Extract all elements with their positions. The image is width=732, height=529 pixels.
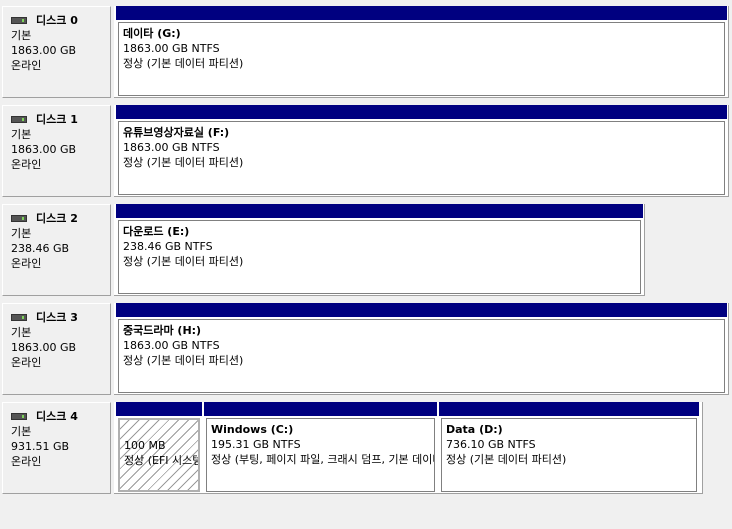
disk-status: 온라인 <box>11 356 42 369</box>
partition-size: 1863.00 GB NTFS <box>123 141 220 154</box>
partition-e[interactable]: 다운로드 (E:) 238.46 GB NTFS 정상 (기본 데이터 파티션) <box>116 204 643 296</box>
partition-label: Windows (C:) <box>211 423 294 436</box>
disk-row-4[interactable]: 디스크 4 기본 931.51 GB 온라인 100 MB 정상 (EFI 시스… <box>0 402 732 494</box>
partition-body[interactable]: 다운로드 (E:) 238.46 GB NTFS 정상 (기본 데이터 파티션) <box>118 220 641 294</box>
partition-size: 1863.00 GB NTFS <box>123 339 220 352</box>
partition-state: 정상 (부팅, 페이지 파일, 크래시 덤프, 기본 데이터 파티션) <box>211 453 434 466</box>
partition-size: 238.46 GB NTFS <box>123 240 213 253</box>
partition-label: 유튜브영상자료실 (F:) <box>123 126 230 139</box>
disk-name: 디스크 4 <box>36 410 78 423</box>
partition-body[interactable]: Data (D:) 736.10 GB NTFS 정상 (기본 데이터 파티션) <box>441 418 697 492</box>
disk-drive-icon <box>11 17 27 24</box>
disk-status: 온라인 <box>11 158 42 171</box>
partition-header-bar <box>439 402 699 416</box>
partition-f[interactable]: 유튜브영상자료실 (F:) 1863.00 GB NTFS 정상 (기본 데이터… <box>116 105 727 197</box>
disk-row-1[interactable]: 디스크 1 기본 1863.00 GB 온라인 유튜브영상자료실 (F:) 18… <box>0 105 732 197</box>
partition-c[interactable]: Windows (C:) 195.31 GB NTFS 정상 (부팅, 페이지 … <box>204 402 437 494</box>
partition-state: 정상 (기본 데이터 파티션) <box>123 57 244 70</box>
disk-name: 디스크 2 <box>36 212 78 225</box>
partition-label: 중국드라마 (H:) <box>123 324 202 337</box>
disk-status: 온라인 <box>11 455 42 468</box>
disk-type: 기본 <box>11 425 32 438</box>
partition-state: 정상 (기본 데이터 파티션) <box>123 255 244 268</box>
disk-area-1: 유튜브영상자료실 (F:) 1863.00 GB NTFS 정상 (기본 데이터… <box>114 105 729 197</box>
disk-info-2[interactable]: 디스크 2 기본 238.46 GB 온라인 <box>2 204 111 296</box>
disk-size: 238.46 GB <box>11 242 70 255</box>
disk-size: 1863.00 GB <box>11 341 77 354</box>
partition-label <box>124 423 194 438</box>
partition-label: Data (D:) <box>446 423 503 436</box>
disk-drive-icon <box>11 116 27 123</box>
disk-drive-icon <box>11 314 27 321</box>
partition-h[interactable]: 중국드라마 (H:) 1863.00 GB NTFS 정상 (기본 데이터 파티… <box>116 303 727 395</box>
partition-state: 정상 (기본 데이터 파티션) <box>446 453 567 466</box>
partition-size: 100 MB <box>124 439 166 452</box>
partition-size: 1863.00 GB NTFS <box>123 42 220 55</box>
disk-name: 디스크 3 <box>36 311 78 324</box>
disk-row-3[interactable]: 디스크 3 기본 1863.00 GB 온라인 중국드라마 (H:) 1863.… <box>0 303 732 395</box>
disk-info-3[interactable]: 디스크 3 기본 1863.00 GB 온라인 <box>2 303 111 395</box>
partition-header-bar <box>116 6 727 20</box>
partition-label: 데이타 (G:) <box>123 27 181 40</box>
partition-size: 736.10 GB NTFS <box>446 438 536 451</box>
disk-area-3: 중국드라마 (H:) 1863.00 GB NTFS 정상 (기본 데이터 파티… <box>114 303 729 395</box>
disk-area-4: 100 MB 정상 (EFI 시스템 파티션) Windows (C:) 195… <box>114 402 703 494</box>
disk-type: 기본 <box>11 227 32 240</box>
disk-info-1[interactable]: 디스크 1 기본 1863.00 GB 온라인 <box>2 105 111 197</box>
partition-d[interactable]: Data (D:) 736.10 GB NTFS 정상 (기본 데이터 파티션) <box>439 402 699 494</box>
partition-state: 정상 (기본 데이터 파티션) <box>123 354 244 367</box>
partition-header-bar <box>204 402 437 416</box>
disk-size: 1863.00 GB <box>11 143 77 156</box>
disk-type: 기본 <box>11 29 32 42</box>
disk-row-0[interactable]: 디스크 0 기본 1863.00 GB 온라인 데이타 (G:) 1863.00… <box>0 6 732 98</box>
disk-status: 온라인 <box>11 257 42 270</box>
partition-efi[interactable]: 100 MB 정상 (EFI 시스템 파티션) <box>116 402 202 494</box>
partition-header-bar <box>116 204 643 218</box>
disk-size: 1863.00 GB <box>11 44 77 57</box>
disk-name: 디스크 1 <box>36 113 78 126</box>
partition-header-bar <box>116 402 202 416</box>
partition-header-bar <box>116 105 727 119</box>
partition-label: 다운로드 (E:) <box>123 225 190 238</box>
partition-g[interactable]: 데이타 (G:) 1863.00 GB NTFS 정상 (기본 데이터 파티션) <box>116 6 727 98</box>
partition-state: 정상 (기본 데이터 파티션) <box>123 156 244 169</box>
disk-info-4[interactable]: 디스크 4 기본 931.51 GB 온라인 <box>2 402 111 494</box>
disk-info-0[interactable]: 디스크 0 기본 1863.00 GB 온라인 <box>2 6 111 98</box>
partition-body[interactable]: 데이타 (G:) 1863.00 GB NTFS 정상 (기본 데이터 파티션) <box>118 22 725 96</box>
disk-size: 931.51 GB <box>11 440 70 453</box>
disk-row-2[interactable]: 디스크 2 기본 238.46 GB 온라인 다운로드 (E:) 238.46 … <box>0 204 732 296</box>
disk-area-0: 데이타 (G:) 1863.00 GB NTFS 정상 (기본 데이터 파티션) <box>114 6 729 98</box>
disk-type: 기본 <box>11 128 32 141</box>
disk-drive-icon <box>11 413 27 420</box>
partition-body[interactable]: Windows (C:) 195.31 GB NTFS 정상 (부팅, 페이지 … <box>206 418 435 492</box>
partition-size: 195.31 GB NTFS <box>211 438 301 451</box>
partition-header-bar <box>116 303 727 317</box>
partition-body[interactable]: 100 MB 정상 (EFI 시스템 파티션) <box>118 418 200 492</box>
disk-drive-icon <box>11 215 27 222</box>
disk-type: 기본 <box>11 326 32 339</box>
disk-area-2: 다운로드 (E:) 238.46 GB NTFS 정상 (기본 데이터 파티션) <box>114 204 645 296</box>
disk-name: 디스크 0 <box>36 14 78 27</box>
partition-body[interactable]: 중국드라마 (H:) 1863.00 GB NTFS 정상 (기본 데이터 파티… <box>118 319 725 393</box>
disk-status: 온라인 <box>11 59 42 72</box>
partition-body[interactable]: 유튜브영상자료실 (F:) 1863.00 GB NTFS 정상 (기본 데이터… <box>118 121 725 195</box>
partition-state: 정상 (EFI 시스템 파티션) <box>124 454 200 467</box>
